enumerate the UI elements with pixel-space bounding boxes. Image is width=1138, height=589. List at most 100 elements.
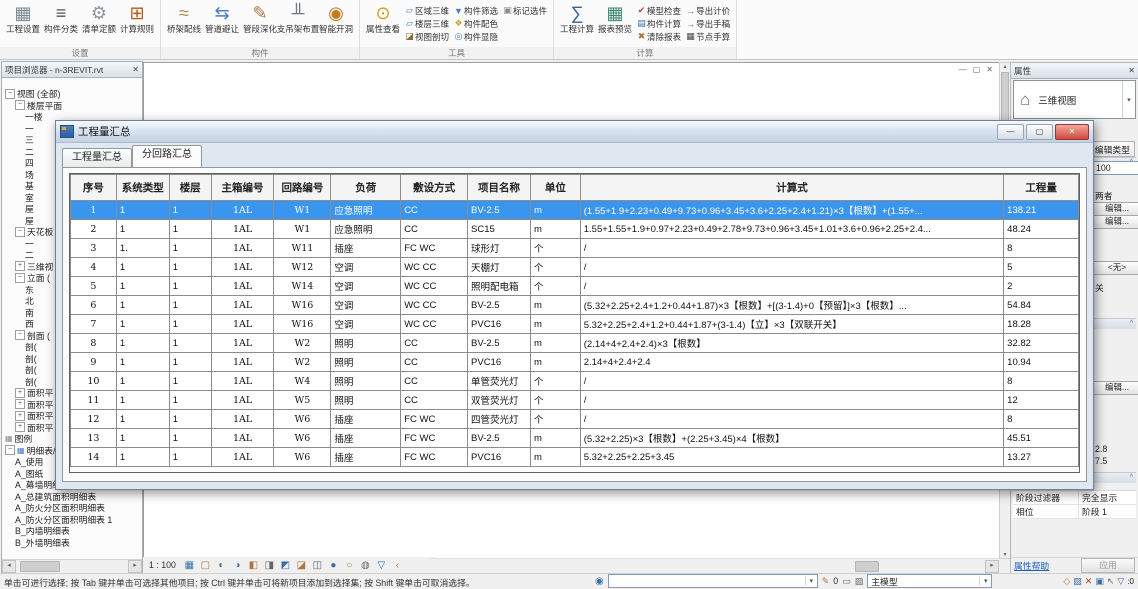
ribbon-button-pipe-refine[interactable]: ✎管段深化 xyxy=(242,2,278,34)
design-option-select[interactable]: 主模型 ▾ xyxy=(867,574,992,588)
crop-visible-icon[interactable]: ◨ xyxy=(263,560,276,571)
ribbon-button-pipe-avoid[interactable]: ⇆管道避让 xyxy=(204,2,240,34)
temp-hide-icon[interactable]: ◩ xyxy=(279,560,292,571)
close-icon[interactable]: ✕ xyxy=(132,65,139,74)
table-row[interactable]: 6111ALW16空调WC CCBV-2.5m(5.32+2.25+2.4+1.… xyxy=(71,296,1079,315)
ribbon-button-report[interactable]: ▦报表预览 xyxy=(597,2,633,34)
sun-path-icon[interactable]: ◑ xyxy=(231,560,244,571)
ribbon-item-eye[interactable]: ◎构件显隐 xyxy=(453,30,498,43)
tree-item[interactable]: −楼层平面 xyxy=(2,100,142,112)
ribbon-item-export[interactable]: →导出手稿 xyxy=(685,17,730,30)
table-row[interactable]: 14111ALW6插座FC WCPVC16m5.32+2.25+2.25+3.4… xyxy=(71,448,1079,467)
scroll-up-icon[interactable]: ▴ xyxy=(1003,63,1006,70)
collapse-icon[interactable]: − xyxy=(15,330,25,340)
maximize-button[interactable]: ▢ xyxy=(1026,124,1053,140)
collapse-icon[interactable]: − xyxy=(15,100,25,110)
table-row[interactable]: 8111ALW2照明CCBV-2.5m(2.14+4+2.4+2.4)×3【根数… xyxy=(71,334,1079,353)
ribbon-item-node[interactable]: ▦节点手算 xyxy=(685,30,730,43)
table-row[interactable]: 7111ALW16空调WC CCPVC16m5.32+2.25+2.4+1.2+… xyxy=(71,315,1079,334)
none-button[interactable]: <无> xyxy=(1093,261,1138,275)
view-scale-button[interactable]: 1 : 100 xyxy=(149,560,176,570)
table-row[interactable]: 31.11ALW11插座FC WC球形灯个/8 xyxy=(71,239,1079,258)
dialog-tab-1[interactable]: 分回路汇总 xyxy=(132,145,202,167)
drawing-horizontal-scrollbar[interactable]: ▸ xyxy=(430,558,999,573)
tree-item[interactable]: −视图 (全部) xyxy=(2,88,142,100)
edit-button[interactable]: 编辑... xyxy=(1093,215,1138,229)
property-row[interactable]: 阶段过滤器 完全显示 xyxy=(1013,491,1136,505)
column-header[interactable]: 系统类型 xyxy=(116,175,169,201)
select-by-face-icon[interactable]: ▣ xyxy=(1095,576,1104,587)
expand-icon[interactable]: + xyxy=(15,388,25,398)
close-icon[interactable]: ✕ xyxy=(986,65,993,74)
table-row[interactable]: 10111ALW4照明CC单管荧光灯个/8 xyxy=(71,372,1079,391)
edit-button[interactable]: 编辑... xyxy=(1093,202,1138,216)
edit-button[interactable]: 编辑... xyxy=(1093,381,1138,395)
close-icon[interactable]: ✕ xyxy=(1128,66,1135,75)
analysis-icon[interactable]: ▽ xyxy=(375,560,388,571)
ribbon-button-hanger[interactable]: ╨支吊架布置 xyxy=(280,2,316,34)
ribbon-button-building[interactable]: ▦工程设置 xyxy=(5,2,41,34)
ribbon-item-filter-blue[interactable]: ▼构件筛选 xyxy=(453,4,498,17)
column-header[interactable]: 项目名称 xyxy=(468,175,531,201)
column-header[interactable]: 回路编号 xyxy=(274,175,331,201)
scroll-right-icon[interactable]: ▸ xyxy=(128,560,142,573)
reveal-icon[interactable]: ◪ xyxy=(295,560,308,571)
crop-icon[interactable]: ◧ xyxy=(247,560,260,571)
minimize-icon[interactable]: — xyxy=(959,65,967,74)
dialog-tab-0[interactable]: 工程量汇总 xyxy=(62,148,132,167)
ribbon-item-section[interactable]: ◪视图剖切 xyxy=(404,30,449,43)
ribbon-item-calc-small[interactable]: ▤构件计算 xyxy=(636,17,681,30)
table-row[interactable]: 4111ALW12空调WC CC天棚灯个/5 xyxy=(71,258,1079,277)
lock-icon[interactable]: ● xyxy=(327,560,340,571)
column-header[interactable]: 敷设方式 xyxy=(401,175,468,201)
scrollbar-thumb[interactable] xyxy=(855,561,879,572)
table-row[interactable]: 1111ALW1应急照明CCBV-2.5m(1.55+1.9+2.23+0.49… xyxy=(71,201,1079,220)
collapse-icon[interactable]: − xyxy=(5,89,15,99)
apply-button[interactable]: 应用 xyxy=(1081,558,1135,573)
ribbon-button-smart-hole[interactable]: ◉智能开洞 xyxy=(318,2,354,34)
column-header[interactable]: 计算式 xyxy=(580,175,1003,201)
options-icon[interactable]: ▨ xyxy=(855,576,864,587)
scrollbar-thumb[interactable] xyxy=(20,561,60,572)
expand-icon[interactable]: + xyxy=(15,261,25,271)
gray-inactive-icon[interactable]: ▭ xyxy=(842,576,851,587)
thin-lines-icon[interactable]: ▦ xyxy=(183,560,196,571)
table-row[interactable]: 2111ALW1应急照明CCSC15m1.55+1.55+1.9+0.97+2.… xyxy=(71,220,1079,239)
view-scale-input[interactable]: 100 xyxy=(1093,161,1138,175)
exclude-icon[interactable]: ○ xyxy=(343,560,356,571)
ribbon-button-gears[interactable]: ⚙清单定额 xyxy=(81,2,117,34)
ribbon-item-cube[interactable]: ▱楼层三维 xyxy=(404,17,449,30)
collapse-icon[interactable]: − xyxy=(5,445,15,455)
expand-icon[interactable]: + xyxy=(15,422,25,432)
table-row[interactable]: 12111ALW6插座FC WC四管荧光灯个/8 xyxy=(71,410,1079,429)
chevron-down-icon[interactable]: ▾ xyxy=(1122,81,1135,118)
column-header[interactable]: 工程量 xyxy=(1004,175,1079,201)
ribbon-item-palette[interactable]: ❖构件配色 xyxy=(453,17,498,30)
restore-icon[interactable]: ▢ xyxy=(973,65,981,74)
select-pinned-icon[interactable]: ✕ xyxy=(1085,576,1093,587)
collapse-icon[interactable]: − xyxy=(15,273,25,283)
tree-horizontal-scrollbar[interactable]: ◂ ▸ xyxy=(2,559,142,573)
tree-item[interactable]: B_外墙明细表 xyxy=(2,537,142,549)
scroll-down-icon[interactable]: ▾ xyxy=(1003,551,1006,558)
more-icon[interactable]: ‹ xyxy=(391,560,404,571)
ribbon-button-bulb[interactable]: ⊙属性查看 xyxy=(365,2,401,34)
worksets-icon[interactable]: ◉ xyxy=(595,576,604,587)
ribbon-button-menu[interactable]: ≡构件分类 xyxy=(43,2,79,34)
ribbon-item-export[interactable]: →导出计价 xyxy=(685,4,730,17)
select-underlay-icon[interactable]: ▨ xyxy=(1073,576,1082,587)
type-selector[interactable]: ⌂ 三维视图 ▾ xyxy=(1013,80,1136,119)
ribbon-button-sigma[interactable]: ∑工程计算 xyxy=(559,2,595,34)
dialog-title-bar[interactable]: 工程量汇总 — ▢ ✕ xyxy=(56,121,1093,143)
column-header[interactable]: 单位 xyxy=(530,175,580,201)
expand-icon[interactable]: + xyxy=(15,411,25,421)
ribbon-item-clear[interactable]: ✖清除报表 xyxy=(636,30,681,43)
editable-only-icon[interactable]: ✎ xyxy=(822,576,830,587)
workset-select[interactable]: ▾ xyxy=(608,574,818,588)
ribbon-item-tag[interactable]: ▣标记选件 xyxy=(502,4,547,17)
filter-icon[interactable]: ▽ xyxy=(1117,576,1124,587)
column-header[interactable]: 负荷 xyxy=(331,175,401,201)
collapse-icon[interactable]: − xyxy=(15,227,25,237)
ribbon-item-cube[interactable]: ▱区域三维 xyxy=(404,4,449,17)
column-header[interactable]: 主箱编号 xyxy=(211,175,274,201)
